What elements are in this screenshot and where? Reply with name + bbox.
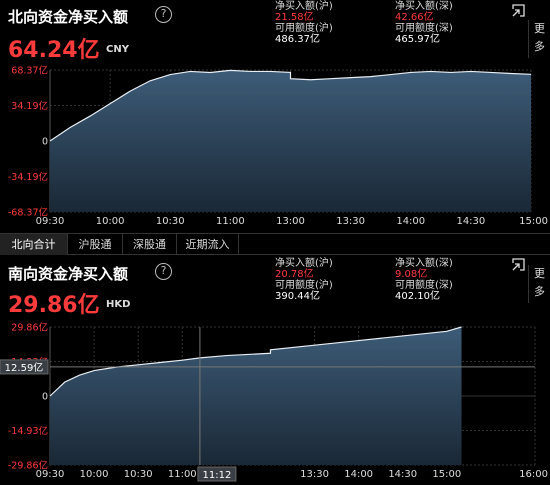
tab-shenzhen-connect[interactable]: 深股通 <box>123 234 177 255</box>
south-more-label-2: 多 <box>534 285 545 298</box>
x-tick-label: 14:00 <box>344 469 373 480</box>
x-tick-label: 11:00 <box>216 216 245 227</box>
south-chart: 29.86亿14.93亿0-14.93亿-29.86亿09:3010:0010:… <box>0 322 548 482</box>
south-sh-buy-value: 20.78亿 <box>275 269 314 280</box>
south-sz-buy: 净买入额(深) 9.08亿 可用额度(深) 402.10亿 <box>395 258 453 302</box>
south-help-icon[interactable]: ? <box>155 263 172 280</box>
south-sh-buy: 净买入额(沪) 20.78亿 可用额度(沪) 390.44亿 <box>275 258 333 302</box>
north-currency: CNY <box>106 44 129 55</box>
x-tick-label: 10:00 <box>96 216 125 227</box>
x-tick-label: 13:00 <box>276 216 305 227</box>
x-tick-label: 11:00 <box>168 469 197 480</box>
south-sh-quota-label: 可用额度(沪) <box>275 280 333 291</box>
x-tick-label: 13:30 <box>336 216 365 227</box>
north-expand-icon[interactable] <box>512 4 525 17</box>
y-tick-label: 29.86亿 <box>11 322 48 334</box>
south-sz-quota-value: 402.10亿 <box>395 291 440 302</box>
north-more-label-2: 多 <box>534 40 545 53</box>
north-sz-buy: 净买入额(深) 42.66亿 可用额度(深) 465.97亿 <box>395 1 453 45</box>
north-chart: 68.37亿34.19亿0-34.19亿-68.37亿09:30 10:00 10:… <box>8 65 548 228</box>
south-sh-quota-value: 390.44亿 <box>275 291 320 302</box>
north-title: 北向资金净买入额 <box>8 8 129 26</box>
south-sh-buy-label: 净买入额(沪) <box>275 258 333 269</box>
y-tick-label: 0 <box>42 392 48 403</box>
tab-shanghai-connect[interactable]: 沪股通 <box>68 234 123 255</box>
x-tick-label: 14:30 <box>456 216 485 227</box>
north-sz-buy-label: 净买入额(深) <box>395 1 453 12</box>
x-tick-label: 09:30 <box>36 216 65 227</box>
north-sh-buy: 净买入额(沪) 21.58亿 可用额度(沪) 486.37亿 <box>275 1 333 45</box>
southbound-panel: 南向资金净买入额 ? 29.86亿 HKD 净买入额(沪) 20.78亿 可用额… <box>0 257 550 485</box>
crosshair-x-label: 11:12 <box>202 470 231 481</box>
south-more-label-1: 更 <box>534 267 545 280</box>
tab-recent-inflow[interactable]: 近期流入 <box>177 234 239 255</box>
south-sz-quota-label: 可用额度(深) <box>395 280 453 291</box>
x-tick-label: 16:00 <box>519 469 548 480</box>
north-sh-buy-label: 净买入额(沪) <box>275 1 333 12</box>
north-sh-buy-value: 21.58亿 <box>275 12 314 23</box>
y-tick-label: -14.93亿 <box>8 425 48 437</box>
north-sz-quota-value: 465.97亿 <box>395 34 440 45</box>
south-more-button[interactable]: 更 多 <box>528 265 550 303</box>
series-area <box>50 70 531 212</box>
north-sh-quota-value: 486.37亿 <box>275 34 320 45</box>
x-tick-label: 10:30 <box>124 469 153 480</box>
x-tick-label: 13:30 <box>300 469 329 480</box>
x-tick-label: 14:30 <box>388 469 417 480</box>
north-more-label-1: 更 <box>534 22 545 35</box>
x-tick-label: 10:30 <box>156 216 185 227</box>
series-area <box>50 327 462 465</box>
tab-north-total[interactable]: 北向合计 <box>0 234 68 255</box>
y-tick-label: -34.19亿 <box>8 171 48 183</box>
x-tick-label: 09:30 <box>36 469 65 480</box>
northbound-panel: 北向资金净买入额 ? 64.24亿 CNY 净买入额(沪) 21.58亿 可用额… <box>0 0 550 232</box>
crosshair-y-label: 12.59亿 <box>5 361 44 374</box>
north-help-icon[interactable]: ? <box>155 6 172 23</box>
north-sh-quota-label: 可用额度(沪) <box>275 23 333 34</box>
x-tick-label: 14:00 <box>396 216 425 227</box>
north-sz-quota-label: 可用额度(深) <box>395 23 453 34</box>
south-expand-icon[interactable] <box>512 258 525 271</box>
y-tick-label: 68.37亿 <box>11 65 48 77</box>
x-tick-label: 15:00 <box>432 469 461 480</box>
x-tick-label: 10:00 <box>80 469 109 480</box>
south-sz-buy-label: 净买入额(深) <box>395 258 453 269</box>
south-title: 南向资金净买入额 <box>8 265 129 283</box>
y-tick-label: 0 <box>42 137 48 148</box>
south-sz-buy-value: 9.08亿 <box>395 269 428 280</box>
y-tick-label: 34.19亿 <box>11 100 48 112</box>
north-sz-buy-value: 42.66亿 <box>395 12 434 23</box>
x-tick-label: 15:00 <box>519 216 548 227</box>
tab-bar: 北向合计 沪股通 深股通 近期流入 <box>0 233 550 255</box>
south-currency: HKD <box>106 299 131 310</box>
north-more-button[interactable]: 更 多 <box>528 20 550 58</box>
